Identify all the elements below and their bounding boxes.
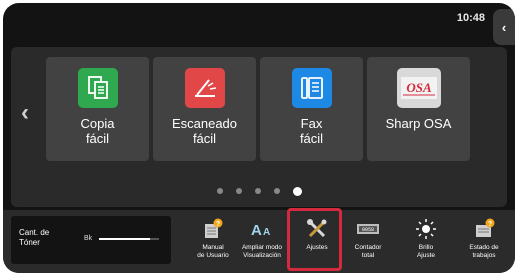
- settings-button[interactable]: Ajustes: [293, 214, 341, 270]
- page-dot[interactable]: [273, 188, 280, 194]
- tile-label: Sharp OSA: [386, 116, 452, 131]
- toner-label-line1: Cant. de: [19, 228, 50, 237]
- page-dot[interactable]: [216, 188, 223, 194]
- button-label: Ampliar modo Visualización: [242, 244, 282, 260]
- svg-text:OSA: OSA: [406, 80, 432, 95]
- page-indicator: [11, 186, 507, 196]
- tile-escaneado-facil[interactable]: Escaneado fácil: [153, 57, 256, 161]
- tile-label-line1: Escaneado: [171, 116, 238, 131]
- label-line2: Ajuste: [416, 252, 436, 259]
- job-status-button[interactable]: ? Estado de trabajos: [460, 214, 508, 270]
- svg-text:0058: 0058: [362, 227, 374, 233]
- brightness-button[interactable]: Brillo Ajuste: [402, 214, 450, 270]
- previous-page-arrow-icon[interactable]: ‹: [21, 99, 29, 127]
- svg-text:?: ?: [488, 221, 492, 228]
- tile-label-line2: fácil: [192, 131, 217, 146]
- scanner-icon: [184, 68, 225, 108]
- button-label: Contador total: [355, 244, 382, 260]
- page-dot-active[interactable]: [292, 186, 302, 196]
- job-status-icon: ?: [472, 217, 496, 241]
- page-dot[interactable]: [235, 188, 242, 194]
- copy-icon: [77, 68, 118, 108]
- label-line1: Brillo: [418, 244, 434, 251]
- label-line1: Estado de: [469, 244, 499, 251]
- tile-label-line1: Copia: [80, 116, 115, 131]
- label-line2: de Usuario: [197, 252, 229, 259]
- page-dot[interactable]: [254, 188, 261, 194]
- sharp-osa-icon: OSA: [396, 68, 441, 108]
- tile-label: Escaneado fácil: [172, 116, 237, 146]
- toner-status: Cant. de Tóner Bk: [11, 216, 171, 264]
- device-screen: 10:48 ‹ ‹ Copia fácil Escaneado fácil Fa…: [3, 3, 515, 273]
- button-label: Ajustes: [306, 244, 327, 252]
- side-panel-tab[interactable]: ‹: [493, 9, 515, 45]
- tile-label-line2: fácil: [85, 131, 110, 146]
- tile-fax-facil[interactable]: Fax fácil: [260, 57, 363, 161]
- fax-icon: [291, 68, 332, 108]
- total-counter-button[interactable]: 0058 Contador total: [344, 214, 392, 270]
- label-line1: Manual: [202, 244, 224, 251]
- label-line2: Visualización: [243, 252, 281, 259]
- tile-label: Copia fácil: [81, 116, 115, 146]
- status-time: 10:48: [456, 12, 485, 24]
- label-line1: Ampliar modo: [241, 244, 283, 251]
- counter-icon: 0058: [356, 217, 380, 241]
- tile-sharp-osa[interactable]: OSA Sharp OSA: [367, 57, 470, 161]
- tile-label-line1: Fax: [300, 116, 323, 131]
- bottom-toolbar: Cant. de Tóner Bk ? Manual de Usuario A …: [3, 210, 515, 273]
- label-line2: total: [361, 252, 375, 259]
- toner-label-line2: Tóner: [19, 238, 40, 247]
- svg-text:?: ?: [216, 221, 220, 228]
- label-line1: Contador: [354, 244, 382, 251]
- toner-color-label: Bk: [84, 235, 93, 242]
- manual-button[interactable]: ? Manual de Usuario: [189, 214, 237, 270]
- button-label: Brillo Ajuste: [417, 244, 435, 260]
- tile-label-line2: fácil: [299, 131, 324, 146]
- svg-text:A: A: [251, 222, 262, 239]
- tile-label-line1: Sharp OSA: [385, 116, 452, 131]
- brightness-icon: [414, 217, 438, 241]
- manual-icon: ?: [201, 217, 225, 241]
- toner-label: Cant. de Tóner: [19, 228, 69, 248]
- label-line2: trabajos: [472, 252, 496, 259]
- text-size-icon: A A: [250, 217, 274, 241]
- home-panel: ‹ Copia fácil Escaneado fácil Fax fácil …: [11, 47, 507, 207]
- toner-level-fill: [99, 238, 150, 240]
- button-label: Estado de trabajos: [469, 244, 498, 260]
- button-label: Manual de Usuario: [197, 244, 228, 260]
- tile-label: Fax fácil: [300, 116, 323, 146]
- label-line1: Ajustes: [306, 244, 328, 251]
- tile-copia-facil[interactable]: Copia fácil: [46, 57, 149, 161]
- zoom-display-button[interactable]: A A Ampliar modo Visualización: [238, 214, 286, 270]
- chevron-left-icon: ‹: [501, 19, 507, 35]
- settings-tools-icon: [305, 217, 329, 241]
- svg-text:A: A: [263, 227, 270, 238]
- toner-level-bar: [99, 238, 159, 240]
